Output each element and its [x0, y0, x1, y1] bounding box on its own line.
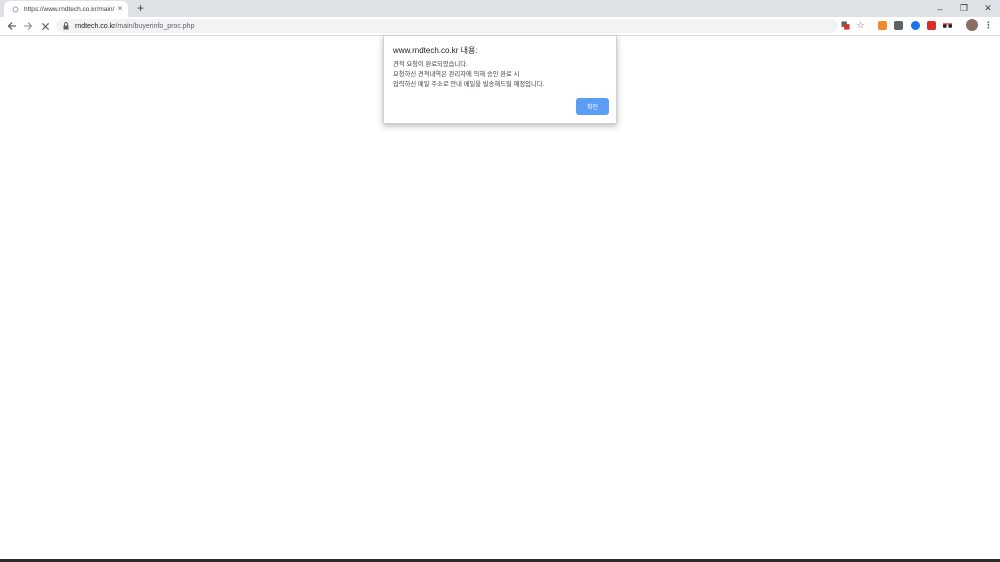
- ok-button[interactable]: 확인: [576, 98, 609, 115]
- restore-button[interactable]: ❐: [952, 0, 976, 17]
- tab-title: https://www.rndtech.co.kr/main/: [24, 5, 115, 13]
- menu-icon[interactable]: ⋮: [984, 20, 993, 30]
- back-icon: [7, 22, 16, 30]
- dialog-message-line: 견적 요청이 완료되었습니다.: [393, 61, 468, 68]
- url-host: rndtech.co.kr: [75, 22, 116, 30]
- lock-icon[interactable]: [62, 22, 70, 31]
- forward-button[interactable]: [21, 19, 35, 33]
- back-button[interactable]: [5, 19, 19, 33]
- loading-favicon-icon: [12, 6, 19, 13]
- dialog-message-line: 입력하신 메일 주소로 안내 메일을 발송해드릴 예정입니다.: [393, 81, 545, 88]
- forward-icon: [24, 22, 33, 30]
- new-tab-button[interactable]: +: [134, 2, 147, 15]
- alert-dialog: www.rndtech.co.kr 내용: 견적 요청이 완료되었습니다. 요청…: [383, 36, 617, 124]
- window-close-button[interactable]: ✕: [976, 0, 1000, 17]
- url-path: /main/buyerinfo_proc.php: [115, 22, 195, 30]
- address-bar[interactable]: rndtech.co.kr/main/buyerinfo_proc.php: [56, 19, 838, 33]
- extension-icon[interactable]: [894, 21, 903, 30]
- extension-icon[interactable]: [927, 21, 936, 30]
- url-text: rndtech.co.kr/main/buyerinfo_proc.php: [75, 23, 194, 30]
- translate-icon[interactable]: [841, 21, 850, 30]
- minimize-button[interactable]: –: [928, 0, 952, 17]
- extension-icon[interactable]: [878, 21, 887, 30]
- stop-loading-icon: [41, 22, 49, 30]
- dialog-title: www.rndtech.co.kr 내용:: [393, 46, 478, 55]
- browser-toolbar: rndtech.co.kr/main/buyerinfo_proc.php ☆ …: [0, 17, 1000, 36]
- tab-strip: https://www.rndtech.co.kr/main/ × + – ❐ …: [0, 0, 1000, 17]
- dialog-message-line: 요청하신 견적내역은 관리자에 의해 승인 완료 시: [393, 71, 520, 78]
- profile-avatar[interactable]: [966, 19, 978, 31]
- extension-icon[interactable]: [911, 21, 920, 30]
- dialog-message: 견적 요청이 완료되었습니다. 요청하신 견적내역은 관리자에 의해 승인 완료…: [393, 60, 544, 90]
- stop-loading-button[interactable]: [38, 19, 52, 33]
- tab-close-icon[interactable]: ×: [116, 5, 124, 13]
- star-icon[interactable]: ☆: [856, 20, 865, 30]
- extension-icon[interactable]: [943, 21, 952, 30]
- browser-tab[interactable]: https://www.rndtech.co.kr/main/ ×: [4, 1, 128, 17]
